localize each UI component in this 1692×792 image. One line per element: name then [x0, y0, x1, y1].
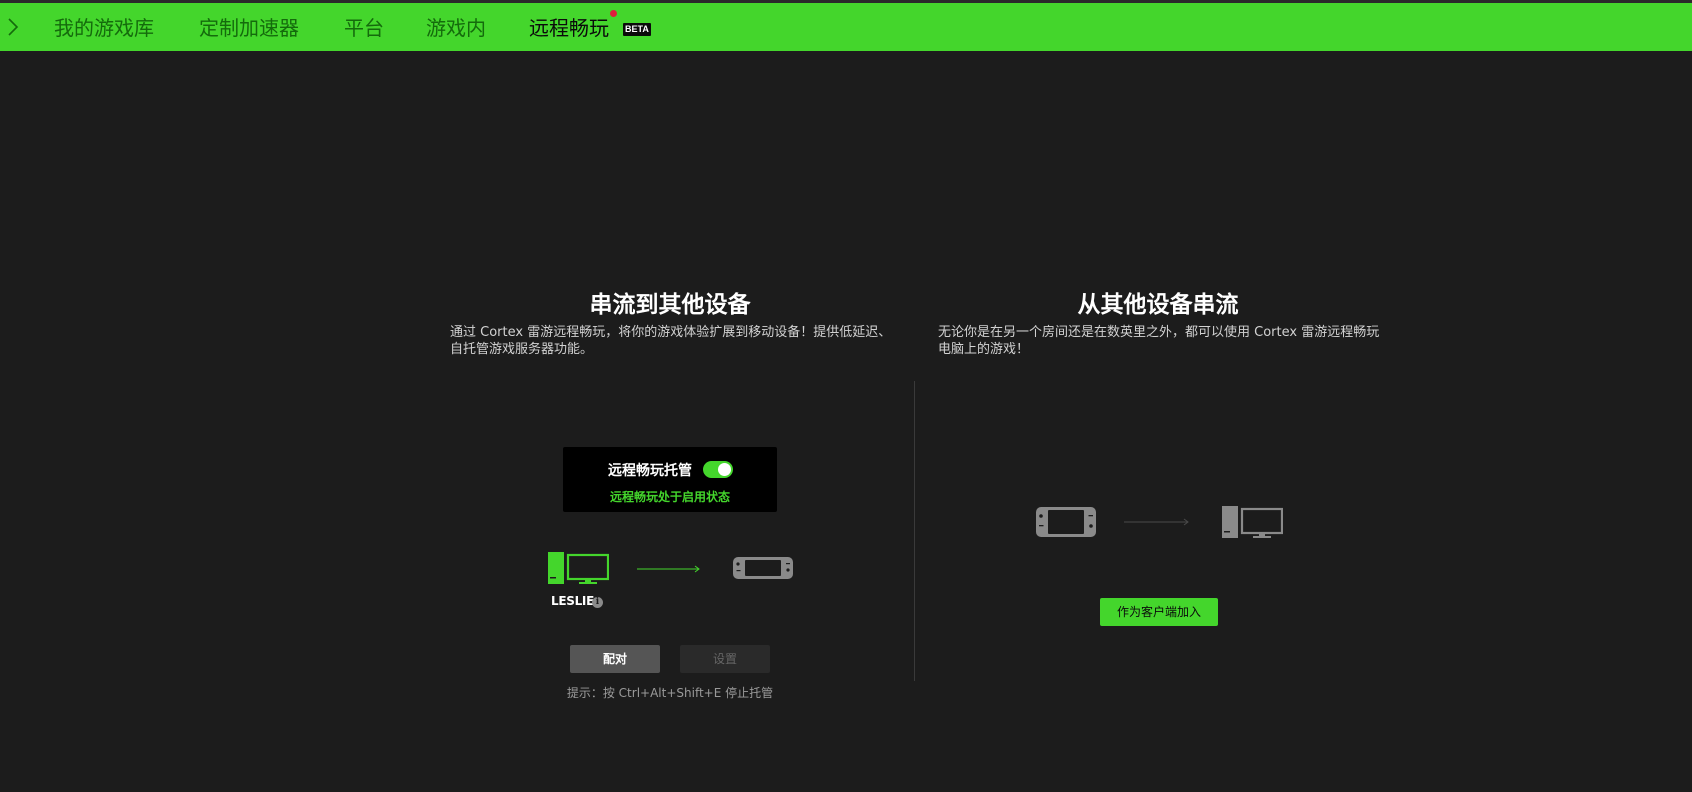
notification-dot [610, 10, 617, 17]
stream-to-devices-description: 通过 Cortex 雷游远程畅玩，将你的游戏体验扩展到移动设备！提供低延迟、自托… [450, 325, 892, 357]
stream-from-devices-description: 无论你是在另一个房间还是在数英里之外，都可以使用 Cortex 雷游远程畅玩电脑… [938, 325, 1380, 357]
toggle-knob [718, 463, 731, 476]
stream-arrow-icon [1124, 518, 1189, 526]
settings-button[interactable]: 设置 [680, 645, 770, 673]
handheld-console-icon [1036, 507, 1096, 537]
host-status-text: 远程畅玩处于启用状态 [609, 490, 730, 504]
desktop-pc-icon [548, 552, 609, 584]
chevron-right-icon[interactable] [6, 17, 20, 37]
nav-tab-remote-play[interactable]: 远程畅玩 [529, 15, 609, 41]
nav-tab-game-library[interactable]: 我的游戏库 [54, 15, 154, 41]
column-divider [914, 381, 915, 681]
nav-tab-custom-booster[interactable]: 定制加速器 [199, 15, 299, 41]
host-panel: 远程畅玩托管 远程畅玩处于启用状态 [563, 447, 777, 512]
pc-name: LESLIE [551, 594, 594, 608]
stop-hosting-hint: 提示：按 Ctrl+Alt+Shift+E 停止托管 [566, 686, 774, 700]
host-label: 远程畅玩托管 [608, 463, 692, 479]
pair-button[interactable]: 配对 [570, 645, 660, 673]
handheld-console-icon [733, 557, 793, 579]
beta-badge: BETA [623, 23, 651, 36]
nav-tab-in-game[interactable]: 游戏内 [426, 15, 486, 41]
nav-tab-platform[interactable]: 平台 [344, 15, 384, 41]
top-nav-bar: 我的游戏库 定制加速器 平台 游戏内 远程畅玩 BETA [0, 0, 1692, 51]
info-icon[interactable]: i [592, 597, 603, 608]
desktop-pc-icon [1222, 506, 1283, 538]
join-as-client-button[interactable]: 作为客户端加入 [1100, 598, 1218, 626]
stream-from-devices-title: 从其他设备串流 [1077, 292, 1239, 318]
host-toggle[interactable] [703, 461, 733, 478]
stream-to-devices-title: 串流到其他设备 [589, 292, 751, 318]
stream-arrow-icon [637, 565, 700, 573]
